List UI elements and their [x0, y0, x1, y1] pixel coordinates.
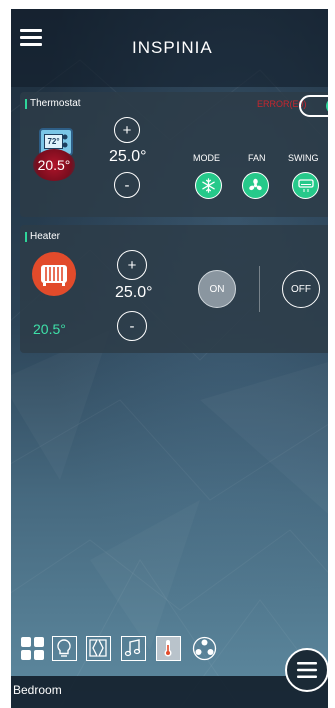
swing-label: SWING [288, 153, 319, 163]
curtains-icon[interactable] [86, 636, 111, 661]
mode-label: MODE [193, 153, 220, 163]
menu-icon [297, 662, 317, 678]
app-screen: INSPINIA Thermostat ERROR(E0) 72° 20.5° … [0, 0, 335, 708]
thermostat-buttons-icon [62, 134, 68, 148]
heater-off-button[interactable]: OFF [282, 270, 320, 308]
app-logo: INSPINIA [132, 38, 213, 57]
bulb-icon[interactable] [52, 636, 77, 661]
grid-icon[interactable] [20, 636, 45, 661]
heater-device-icon [32, 252, 76, 296]
increase-temp-button[interactable]: + [114, 117, 140, 143]
radiator-icon [41, 265, 67, 286]
hamburger-menu-icon[interactable] [20, 29, 42, 47]
decrease-temp-button[interactable]: - [117, 311, 147, 341]
network-icon[interactable] [192, 636, 217, 661]
mode-button[interactable] [195, 172, 222, 199]
frame-border-top [0, 0, 335, 9]
heater-title: Heater [25, 232, 60, 242]
setpoint-temperature: 25.0° [109, 148, 147, 165]
on-off-divider [259, 266, 260, 312]
fan-label: FAN [248, 153, 266, 163]
thermometer-icon[interactable] [156, 636, 181, 661]
snowflake-icon [202, 178, 215, 193]
frame-border-left [0, 0, 11, 708]
fan-button[interactable] [242, 172, 269, 199]
frame-border-right [328, 0, 335, 708]
current-temperature: 20.5° [33, 149, 75, 181]
thermostat-title: Thermostat [25, 99, 81, 109]
room-name: Bedroom [13, 683, 62, 697]
setpoint-temperature: 25.0° [115, 284, 153, 301]
main-menu-button[interactable] [285, 648, 329, 692]
heater-on-button[interactable]: ON [198, 270, 236, 308]
decrease-temp-button[interactable]: - [114, 172, 140, 198]
music-icon[interactable] [121, 636, 146, 661]
current-temperature: 20.5° [33, 321, 66, 337]
swing-button[interactable] [292, 172, 319, 199]
increase-temp-button[interactable]: + [117, 250, 147, 280]
thermostat-card: Thermostat ERROR(E0) 72° 20.5° + 25.0° -… [20, 92, 335, 217]
fan-icon [249, 178, 262, 191]
air-conditioner-icon [297, 179, 314, 192]
